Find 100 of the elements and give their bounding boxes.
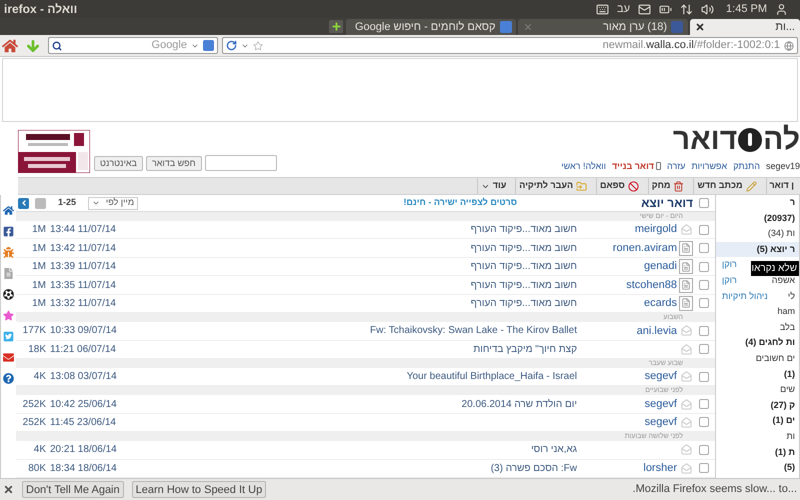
folder-item[interactable]: ות	[716, 428, 799, 444]
reload-icon[interactable]	[226, 40, 237, 51]
folder-item[interactable]: ת (1)	[716, 444, 799, 460]
letter-t-icon[interactable]	[3, 331, 14, 342]
folder-item[interactable]: ות (34)	[716, 226, 799, 242]
folder-action-link[interactable]: רוקן	[722, 274, 737, 288]
checkbox[interactable]	[699, 372, 709, 382]
folder-action-link[interactable]: ניהול תיקיות	[722, 290, 768, 304]
promo-link[interactable]: סרטים לצפייה ישירה - חינם!	[403, 196, 517, 210]
folder-item[interactable]: שים	[716, 382, 799, 398]
browser-tab[interactable]: קסאם לוחמים - חיפוש Google	[346, 19, 516, 35]
folder-action-link[interactable]: רוקן	[722, 258, 737, 272]
keyboard-layout[interactable]: עב	[617, 0, 630, 18]
envelope-icon	[680, 462, 692, 474]
mobile-mail-link[interactable]: דואר בנייד	[612, 160, 662, 173]
toolbar-button[interactable]: מחק	[648, 178, 688, 194]
folder-item[interactable]: (1)	[716, 366, 799, 382]
download-icon[interactable]	[25, 38, 41, 54]
previous-page-button[interactable]	[18, 198, 29, 208]
checkbox[interactable]	[699, 262, 709, 272]
bug-icon[interactable]	[3, 247, 14, 258]
search-button[interactable]: חפש בדואר	[146, 156, 202, 171]
checkbox[interactable]	[699, 417, 709, 428]
date: 13:39 11/07/14	[50, 260, 117, 274]
search-icon	[52, 40, 62, 50]
toolbar-button[interactable]: מכתב חדש	[693, 178, 760, 194]
keyboard-icon[interactable]	[596, 2, 610, 16]
sender: ronen.aviram	[612, 242, 677, 254]
battery-icon[interactable]	[659, 2, 672, 16]
browser-tab[interactable]: (18) ערן מאור	[518, 19, 688, 35]
document-icon[interactable]	[3, 268, 14, 279]
folder-item[interactable]: לי ניהול תיקיות	[716, 288, 799, 304]
search-input[interactable]	[204, 155, 277, 171]
clock[interactable]: 1:45 PM	[726, 0, 767, 18]
envelope-icon	[680, 371, 692, 382]
sender: segevf	[644, 416, 677, 428]
sender: ecards	[644, 297, 677, 310]
close-icon[interactable]	[3, 484, 14, 495]
header-link[interactable]: התנתק	[733, 160, 760, 173]
folder-item[interactable]: ר	[716, 195, 799, 211]
size: 1M	[31, 223, 47, 238]
user-icon[interactable]	[775, 2, 788, 16]
checkbox[interactable]	[699, 243, 709, 254]
folder-item[interactable]: (5)	[716, 460, 799, 476]
notification-button[interactable]: Don't Tell Me Again	[22, 481, 124, 498]
checkbox[interactable]	[699, 463, 709, 474]
sort-dropdown[interactable]: מיין לפי	[88, 196, 138, 210]
notification-button[interactable]: Learn How to Speed It Up	[132, 481, 266, 498]
folder-item[interactable]: ham	[716, 304, 799, 320]
date: 13:44 11/07/14	[50, 223, 117, 238]
folder-item[interactable]: ות לחגים (4)	[716, 335, 799, 351]
star-icon[interactable]	[3, 310, 14, 321]
envelope-icon	[680, 416, 692, 428]
star-icon[interactable]	[253, 40, 263, 50]
checkbox[interactable]	[699, 344, 709, 354]
checkbox[interactable]	[699, 224, 709, 235]
sender: ani.levia	[636, 324, 677, 337]
date: 13:42 11/07/14	[50, 242, 117, 256]
toolbar-button[interactable]: ן דואר	[766, 178, 797, 194]
checkbox[interactable]	[699, 399, 709, 410]
header-link[interactable]: עזרה	[667, 160, 686, 173]
new-tab-button[interactable]	[329, 20, 343, 33]
folder-item[interactable]: (20937)	[716, 210, 799, 226]
folder-item[interactable]: בלב	[716, 320, 799, 336]
browser-tab[interactable]: ...ות	[690, 19, 800, 35]
close-icon[interactable]	[695, 22, 705, 32]
toolbar-button[interactable]: עוד	[476, 178, 510, 194]
subject: גא,אני רוסי	[531, 444, 577, 456]
document-icon	[679, 240, 693, 256]
header-link[interactable]: וואלה! ראשי	[561, 160, 606, 173]
folder-icon	[576, 180, 588, 192]
subject: יום הולדת שרה 20.06.2014	[462, 398, 577, 410]
toolbar-button[interactable]: העבר לתיקיה	[515, 178, 590, 194]
home-icon[interactable]	[2, 38, 18, 54]
caret-icon	[92, 199, 100, 207]
url-field[interactable]: newmail.walla.co.il/#folder:-1002:0:1	[222, 37, 798, 54]
checkbox[interactable]	[699, 326, 709, 336]
folder-item[interactable]: ים (1)	[716, 413, 799, 429]
next-page-button[interactable]	[35, 198, 46, 208]
search-button[interactable]: באינטרנט	[94, 156, 143, 171]
checkbox[interactable]	[699, 444, 709, 455]
globe-icon	[784, 40, 794, 50]
header-link[interactable]: אפשרויות	[691, 160, 728, 173]
folder-item[interactable]: ק (27)	[716, 398, 799, 414]
page-range: 1-25	[58, 196, 76, 210]
home-icon[interactable]	[3, 205, 14, 216]
checkbox[interactable]	[699, 198, 709, 208]
checkbox[interactable]	[699, 298, 709, 308]
folder-item[interactable]: ים חשובים	[716, 350, 799, 367]
volume-icon[interactable]	[701, 2, 714, 16]
document-icon	[679, 296, 693, 311]
folder-item[interactable]: ר יוצא (5)	[716, 242, 799, 258]
stop-icon	[628, 180, 639, 192]
mail-icon[interactable]	[638, 2, 652, 16]
folder-title: דואר יוצא	[640, 195, 693, 212]
checkbox[interactable]	[699, 280, 709, 290]
letter-m-icon[interactable]	[3, 352, 14, 363]
toolbar-button[interactable]: ספאם	[596, 178, 642, 194]
network-icon[interactable]	[680, 2, 694, 16]
question-icon[interactable]	[3, 373, 14, 384]
